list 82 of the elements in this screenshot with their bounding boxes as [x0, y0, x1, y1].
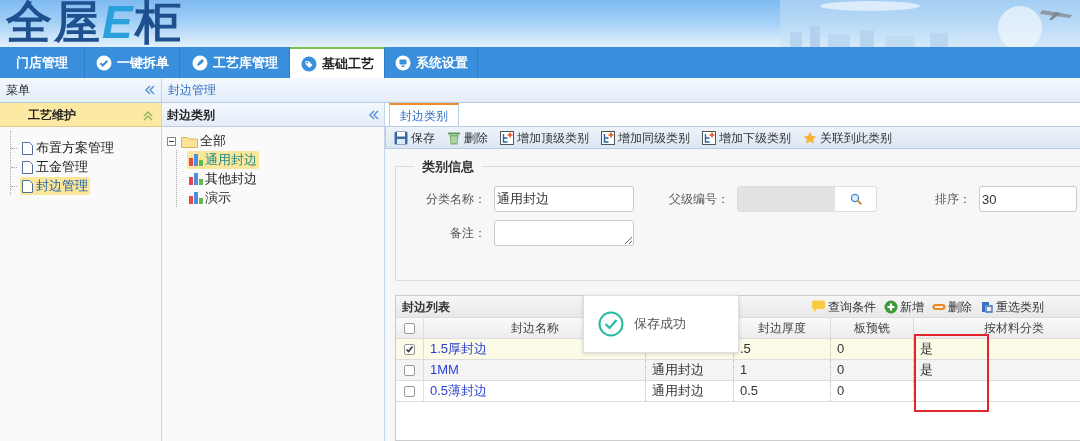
add-node-icon [500, 130, 514, 145]
lookup-field[interactable] [737, 186, 877, 212]
panel-title: 封边类别 [167, 106, 215, 124]
name-link[interactable]: 0.5薄封边 [430, 381, 488, 401]
toolbar-button[interactable]: 关联到此类别 [803, 128, 892, 147]
collapse-toggle[interactable] [167, 136, 176, 146]
checkbox[interactable] [404, 322, 415, 334]
list-action-button[interactable]: 新增 [884, 297, 924, 316]
tree-item[interactable]: 全部 [179, 131, 228, 151]
toolbar-button[interactable]: 增加同级类别 [601, 128, 690, 147]
menu-item[interactable]: 封边管理 [20, 177, 90, 195]
name-link[interactable]: 1MM [430, 360, 459, 380]
input-field[interactable]: 30 [979, 186, 1077, 212]
toolbar-button[interactable]: 保存 [394, 128, 435, 147]
table-cell-text: .5 [740, 340, 751, 359]
column-header: 封边厚度 [758, 320, 806, 337]
list-action-button[interactable]: 查询条件 [811, 297, 876, 316]
toolbar-button[interactable]: 增加顶级类别 [500, 128, 589, 147]
reselect-icon [980, 299, 994, 314]
tree-item[interactable]: 其他封边 [187, 169, 259, 188]
trash-icon [447, 130, 461, 145]
checkbox[interactable] [404, 343, 415, 355]
input-field[interactable]: 通用封边 [494, 186, 634, 212]
check-circle-icon [598, 311, 624, 337]
breadcrumb[interactable]: 封边管理 [168, 81, 216, 99]
table-cell-text: 0 [837, 361, 845, 380]
double-chevron-left-icon [143, 85, 155, 95]
textarea-field[interactable] [494, 220, 634, 246]
checkbox[interactable] [404, 364, 415, 376]
menu-section-header[interactable]: 工艺维护 [0, 103, 161, 127]
double-chevron-left-icon [367, 109, 379, 120]
field-label: 排序： [934, 191, 972, 208]
tree-item[interactable]: 演示 [187, 188, 233, 207]
toast-message: 保存成功 [634, 315, 686, 334]
column-header: 封边名称 [510, 320, 559, 337]
table-cell-text: 0 [837, 340, 845, 359]
list-action-button[interactable]: 重选类别 [980, 297, 1044, 316]
check-circle-icon [95, 54, 112, 71]
star-icon [803, 130, 817, 145]
tree-item[interactable]: 通用封边 [187, 150, 259, 169]
toolbar-button[interactable]: 增加下级类别 [702, 128, 791, 147]
logo-text: 全屋E柜 [6, 0, 183, 47]
plus-circle-icon [884, 299, 898, 314]
table-cell-text: 0.5 [740, 382, 759, 401]
content-tab[interactable]: 封边类别 [389, 103, 459, 126]
table-cell-text: 通用封边 [652, 382, 704, 401]
table-cell-text: 通用封边 [652, 361, 704, 380]
bar-chart-icon [189, 153, 203, 166]
toolbar-button[interactable]: 删除 [447, 128, 488, 147]
table-cell-text: 0 [837, 382, 845, 401]
pen-circle-icon [191, 54, 208, 71]
bar-chart-icon [189, 172, 203, 185]
table-cell-text: 是 [920, 340, 933, 359]
tag-circle-icon [300, 55, 317, 72]
bar-chart-icon [189, 191, 203, 204]
folder-icon [181, 134, 198, 148]
field-label: 备注： [449, 225, 487, 242]
document-icon [22, 141, 33, 155]
column-header: 按材料分类 [983, 320, 1044, 337]
document-icon [22, 179, 33, 193]
panel-title: 菜单 [6, 82, 30, 99]
search-icon [849, 193, 862, 205]
add-node-icon [702, 130, 716, 145]
table-cell-text: 是 [920, 361, 933, 380]
nav-tab[interactable]: 基础工艺 [290, 47, 385, 78]
name-link[interactable]: 1.5厚封边 [430, 339, 488, 359]
collapse-button[interactable] [367, 109, 379, 120]
speech-bubble-icon [811, 300, 826, 313]
column-header: 板预铣 [854, 320, 890, 337]
checkbox[interactable] [404, 385, 415, 397]
list-action-button[interactable]: 删除 [932, 297, 972, 316]
document-icon [22, 160, 33, 174]
field-label: 分类名称： [425, 191, 487, 208]
add-node-icon [601, 130, 615, 145]
collapse-button[interactable] [143, 85, 155, 95]
menu-item[interactable]: 五金管理 [20, 158, 90, 176]
monitor-circle-icon [394, 54, 411, 71]
field-label: 父级编号： [668, 191, 730, 208]
menu-item[interactable]: 布置方案管理 [20, 139, 116, 157]
double-chevron-up-icon [143, 108, 153, 121]
table-cell-text: 1 [740, 361, 748, 380]
panel-title: 封边列表 [402, 298, 450, 316]
